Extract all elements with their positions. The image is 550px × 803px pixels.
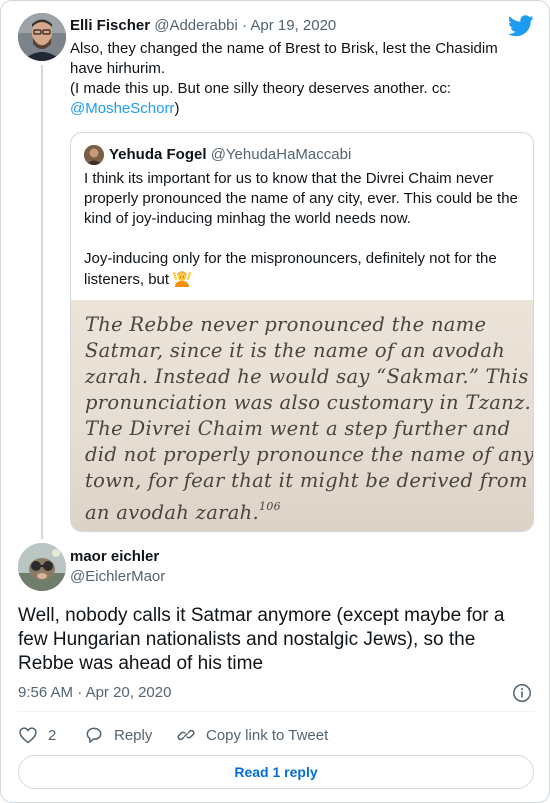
quoted-author-name: Yehuda Fogel [109,146,207,163]
quoted-line: Joy-inducing only for the mispronouncers… [84,250,497,267]
avatar-elli-fischer[interactable] [18,13,66,61]
reply-icon [86,727,102,743]
quoted-header: Yehuda Fogel @YehudaHaMaccabi [109,145,351,165]
book-last-text: an avodah zarah. [85,501,260,524]
mention-link[interactable]: @MosheSchorr [70,100,174,117]
reply-date: Apr 20, 2020 [85,684,172,701]
book-line: did not properly pronounce the name of a… [85,443,534,466]
tweet1-mention-line: @MosheSchorr) [70,99,530,119]
quoted-line: I think its important for us to know tha… [84,170,494,187]
tweet1-line: (I made this up. But one silly theory de… [70,80,452,97]
quoted-tweet[interactable]: Yehuda Fogel @YehudaHaMaccabi I think it… [70,132,534,532]
reply-label: Reply [114,726,153,744]
reply-line: Rebbe was ahead of his time [18,653,264,674]
copy-link-button[interactable]: Copy link to Tweet [176,723,328,747]
book-page-text: The Rebbe never pronounced the name Satm… [85,312,534,526]
tweet1-line: have hirhurim. [70,60,166,77]
quoted-line: kind of joy-inducing minhag the world ne… [84,210,411,227]
read-replies-button[interactable]: Read 1 reply [18,755,534,789]
quoted-last-text: listeners, but [84,271,170,288]
quoted-text: I think its important for us to know tha… [84,169,524,293]
tweet1-header: Elli Fischer @Adderabbi · Apr 19, 2020 [70,16,336,36]
avatar-maor-eichler[interactable] [18,543,66,591]
tweet1-line: Also, they changed the name of Brest to … [70,40,498,57]
tweet1-date[interactable]: Apr 19, 2020 [250,17,336,34]
book-line: The Rebbe never pronounced the name [85,313,487,336]
copy-link-label: Copy link to Tweet [206,726,329,744]
book-line-last: an avodah zarah.106 [85,494,525,526]
book-line: pronunciation was also customary in Tzan… [85,391,532,414]
twitter-bird-icon[interactable] [508,15,534,37]
reply-separator: · [77,684,83,701]
book-line: zarah. Instead he would say “Sakmar.” Th… [85,365,529,388]
reply-button[interactable]: Reply [84,723,152,747]
avatar-yehuda-fogel [84,145,104,165]
tweet1-separator: · [242,17,248,34]
book-line: town, for fear that it might be derived … [85,469,528,492]
reply-line: few Hungarian nationalists and nostalgic… [18,629,476,650]
mention-suffix: ) [174,100,180,117]
tweet-embed-card: Elli Fischer @Adderabbi · Apr 19, 2020 A… [0,0,550,803]
quoted-line-last: listeners, but [84,269,524,293]
quoted-image-book-page[interactable]: The Rebbe never pronounced the name Satm… [71,300,534,531]
reply-author-name[interactable]: maor eichler [70,547,159,567]
quoted-author-handle: @YehudaHaMaccabi [210,146,352,163]
person-gesturing-ok-emoji [173,269,192,293]
like-count: 2 [48,726,57,744]
reply-author-handle[interactable]: @EichlerMaor [70,567,165,587]
reply-line: Well, nobody calls it Satmar anymore (ex… [18,605,505,626]
like-button[interactable]: 2 [18,723,56,747]
reply-time: 9:56 AM [18,684,74,701]
book-line: Satmar, since it is the name of an avoda… [85,339,506,362]
thread-connector-line [41,65,43,539]
tweet1-author-handle[interactable]: @Adderabbi [154,17,238,34]
link-icon [177,729,195,741]
reply-timestamp[interactable]: 9:56 AM · Apr 20, 2020 [18,683,171,703]
book-footnote: 106 [259,500,281,513]
info-icon[interactable] [512,683,532,703]
tweet1-author-name[interactable]: Elli Fischer [70,17,150,34]
quoted-line: properly pronounced the name of any city… [84,190,518,207]
reply-text: Well, nobody calls it Satmar anymore (ex… [18,604,538,676]
divider [18,711,534,712]
heart-icon [19,727,37,744]
book-line: The Divrei Chaim went a step further and [85,417,511,440]
tweet1-text: Also, they changed the name of Brest to … [70,39,530,119]
